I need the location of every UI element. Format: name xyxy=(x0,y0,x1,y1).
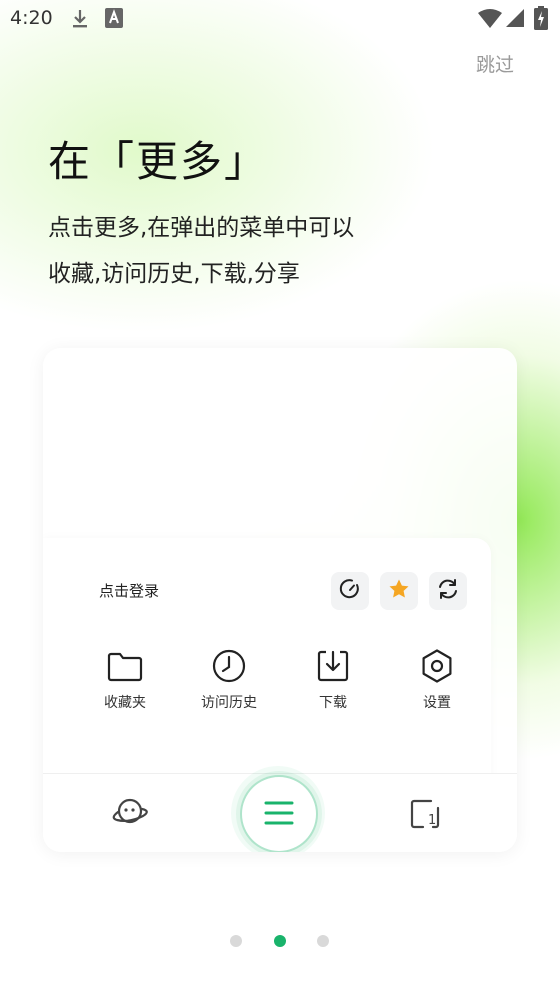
settings-icon xyxy=(419,648,455,684)
wifi-icon xyxy=(478,8,502,32)
page-dot[interactable] xyxy=(317,935,329,947)
page-dot-active[interactable] xyxy=(274,935,286,947)
preview-card: 点击登录 收藏夹 访问历史 下载 设置 1 xyxy=(43,348,517,852)
favorite-button[interactable] xyxy=(380,572,418,610)
pagination-dots xyxy=(0,935,560,949)
menu-item-history[interactable]: 访问历史 xyxy=(189,648,269,712)
timer-button[interactable] xyxy=(331,572,369,610)
more-menu-button[interactable] xyxy=(240,775,318,852)
tab-count: 1 xyxy=(428,813,437,828)
more-menu-panel: 点击登录 收藏夹 访问历史 下载 设置 xyxy=(43,538,491,788)
page-title: 在「更多」 xyxy=(48,137,269,186)
menu-item-label: 下载 xyxy=(319,695,347,711)
font-status-icon xyxy=(105,8,123,32)
description-line: 点击更多,在弹出的菜单中可以 xyxy=(48,215,355,241)
timer-icon xyxy=(338,577,362,605)
star-icon xyxy=(387,577,411,605)
clock-icon xyxy=(211,648,247,684)
page-dot[interactable] xyxy=(230,935,242,947)
refresh-icon xyxy=(435,576,461,606)
download-icon xyxy=(315,648,351,684)
planet-icon[interactable] xyxy=(109,796,151,832)
skip-button[interactable]: 跳过 xyxy=(476,50,514,77)
status-time: 4:20 xyxy=(10,7,53,29)
refresh-button[interactable] xyxy=(429,572,467,610)
menu-item-label: 访问历史 xyxy=(201,695,257,711)
download-status-icon xyxy=(70,8,90,34)
status-bar: 4:20 xyxy=(0,0,560,38)
menu-icon xyxy=(264,800,294,830)
tabs-icon[interactable]: 1 xyxy=(409,798,441,834)
login-link[interactable]: 点击登录 xyxy=(99,580,159,601)
menu-item-label: 设置 xyxy=(423,695,451,711)
bottom-nav: 1 xyxy=(43,766,517,852)
signal-icon xyxy=(506,9,524,31)
battery-charging-icon xyxy=(534,6,548,34)
menu-item-download[interactable]: 下载 xyxy=(293,648,373,712)
description-line: 收藏,访问历史,下载,分享 xyxy=(48,261,300,287)
folder-icon xyxy=(107,648,143,684)
description: 点击更多,在弹出的菜单中可以 收藏,访问历史,下载,分享 xyxy=(48,205,518,297)
menu-item-settings[interactable]: 设置 xyxy=(397,648,477,712)
menu-item-favorites[interactable]: 收藏夹 xyxy=(85,648,165,712)
menu-item-label: 收藏夹 xyxy=(104,695,146,711)
